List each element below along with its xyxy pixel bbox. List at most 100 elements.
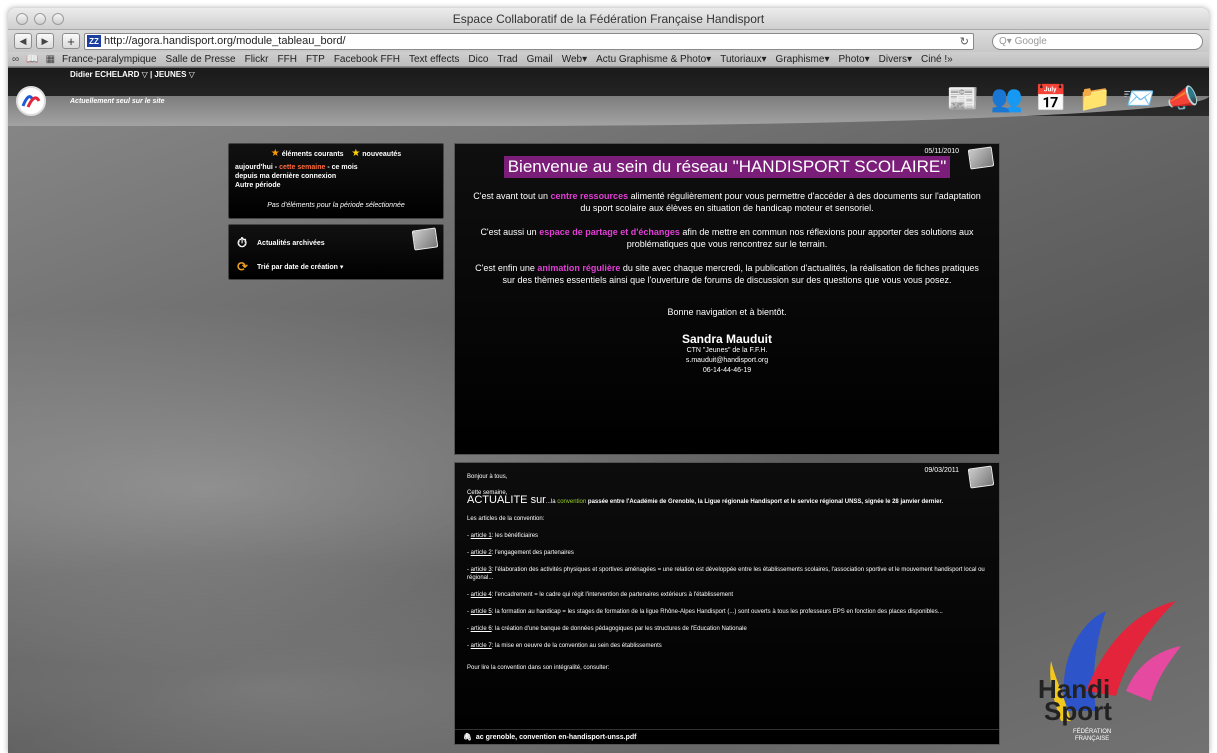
megaphone-icon[interactable]: 📣 (1165, 80, 1201, 116)
signer-name: Sandra Mauduit (681, 332, 772, 346)
bookmark-item[interactable]: Graphisme▾ (776, 54, 830, 65)
web-page: Didier ECHELARD ▽ | JEUNES ▽ Actuellemen… (8, 68, 1209, 753)
new-star-icon: ★ (351, 148, 361, 159)
folder-icon[interactable]: 📁 (1077, 80, 1113, 116)
bookmark-item[interactable]: FTP (306, 54, 325, 65)
archived-label: Actualités archivées (257, 239, 325, 247)
text: : l'engagement des partenaires (491, 550, 574, 556)
period-this-month[interactable]: ce mois (332, 164, 358, 171)
close-window-button[interactable] (16, 13, 28, 25)
bookmark-item[interactable]: Dico (468, 54, 488, 65)
sort-dropdown[interactable]: ⟳ Trié par date de création ▾ (237, 259, 435, 275)
text: : l'encadrement = le cadre qui régit l'i… (491, 592, 734, 598)
forward-button[interactable]: ▶ (36, 33, 54, 49)
open-book-icon[interactable]: 📖 (26, 54, 38, 65)
signer-role: CTN "Jeunes" de la F.F.H. (686, 347, 768, 354)
period-other[interactable]: Autre période (235, 182, 281, 189)
bookmark-item[interactable]: Trad (497, 54, 517, 65)
archived-news-link[interactable]: ⏱ Actualités archivées (237, 235, 435, 251)
online-status: Actuellement seul sur le site (70, 98, 165, 105)
attachment-icon: 🖇 (463, 734, 472, 741)
empty-message: Pas d'éléments pour la période sélection… (267, 202, 405, 209)
back-button[interactable]: ◀ (14, 33, 32, 49)
news-icon[interactable]: 📰 (945, 80, 981, 116)
text: : la formation au handicap = les stages … (491, 609, 943, 615)
article-link[interactable]: article 4 (471, 592, 492, 598)
list-item: - article 3: l'élaboration des activités… (467, 567, 985, 581)
brand-subtitle: FÉDÉRATION FRANÇAISE (1073, 729, 1111, 743)
bookmark-item[interactable]: Text effects (409, 54, 459, 65)
attachment-name: ac grenoble, convention en-handisport-un… (475, 733, 637, 741)
bookmarks-bar: ∞ 📖 ▦ France-paralympique Salle de Press… (8, 52, 1209, 67)
text: C'est avant tout un (473, 191, 551, 201)
signer-email[interactable]: s.mauduit@handisport.org (455, 356, 999, 366)
highlight-link[interactable]: animation régulière (537, 263, 620, 273)
user-menu[interactable]: Didier ECHELARD ▽ | JEUNES ▽ (70, 70, 195, 79)
article-link[interactable]: article 5 (471, 609, 492, 615)
article-link[interactable]: article 1 (471, 533, 492, 539)
legend: ★ éléments courants ★ nouveautés (235, 148, 437, 159)
bookmark-item[interactable]: Photo▾ (838, 54, 869, 65)
users-icon[interactable]: 👥 (989, 80, 1025, 116)
grid-icon[interactable]: ▦ (46, 54, 55, 65)
mail-icon[interactable]: 📨 (1121, 80, 1157, 116)
add-bookmark-button[interactable]: + (62, 33, 80, 49)
highlight-link[interactable]: espace de partage et d'échanges (539, 227, 680, 237)
archives-panel: ⏱ Actualités archivées ⟳ Trié par date d… (228, 224, 444, 280)
site-logo[interactable] (16, 86, 46, 116)
attachment-link[interactable]: 🖇 ac grenoble, convention en-handisport-… (455, 729, 999, 744)
bookmark-item[interactable]: Ciné !» (921, 54, 953, 65)
legend-new: nouveautés (362, 151, 402, 158)
calendar-icon[interactable]: 📅 (1033, 80, 1069, 116)
address-bar[interactable]: ZZ http://agora.handisport.org/module_ta… (84, 32, 974, 50)
minimize-window-button[interactable] (34, 13, 46, 25)
search-placeholder: Q▾ Google (999, 35, 1047, 47)
search-input[interactable]: Q▾ Google (992, 32, 1203, 50)
handisport-mini-logo-icon (21, 95, 41, 108)
welcome-article: 05/11/2010 Bienvenue au sein du réseau "… (454, 143, 1000, 455)
article-link[interactable]: article 7 (471, 643, 492, 649)
back-arrow-icon: ◀ (19, 35, 27, 46)
bookmark-item[interactable]: Actu Graphisme & Photo▾ (596, 54, 711, 65)
bookmark-item[interactable]: Salle de Presse (166, 54, 236, 65)
brand-sub-1: FÉDÉRATION (1073, 729, 1112, 735)
period-today[interactable]: aujourd'hui (235, 164, 273, 171)
paragraph-1: C'est avant tout un centre ressources al… (469, 190, 985, 214)
period-this-week[interactable]: cette semaine (279, 164, 325, 171)
list-item: - article 4: l'encadrement = le cadre qu… (467, 592, 734, 598)
text: : les bénéficiaires (491, 533, 539, 539)
intro: ACTUALITE sur...la convention passée ent… (467, 495, 991, 506)
convention-link[interactable]: convention (557, 499, 586, 505)
brand-wordmark: Handi Sport (1038, 676, 1112, 724)
list-item: - article 6: la création d'une banque de… (467, 626, 747, 632)
newspaper-stamp-icon (411, 227, 439, 251)
bookmark-item[interactable]: France-paralympique (62, 54, 157, 65)
reload-icon[interactable]: ↻ (960, 35, 969, 48)
bookmark-item[interactable]: Divers▾ (879, 54, 912, 65)
reader-glasses-icon[interactable]: ∞ (12, 54, 19, 65)
bookmark-item[interactable]: Web▾ (562, 54, 587, 65)
bookmark-item[interactable]: Flickr (245, 54, 269, 65)
paragraph-3: C'est enfin une animation régulière du s… (469, 262, 985, 286)
signer-phone: 06-14-44-46-19 (702, 367, 752, 374)
article-link[interactable]: article 2 (471, 550, 492, 556)
bookmark-item[interactable]: Gmail (527, 54, 553, 65)
period-since-last[interactable]: depuis ma dernière connexion (235, 173, 336, 180)
bookmark-item[interactable]: Tutoriaux▾ (720, 54, 766, 65)
text: : l'élaboration des activités physiques … (467, 567, 985, 581)
zoom-window-button[interactable] (52, 13, 64, 25)
newspaper-stamp-icon (967, 465, 995, 489)
archive-stopwatch-icon: ⏱ (237, 235, 248, 250)
plus-icon: + (67, 33, 75, 49)
bookmark-item[interactable]: FFH (277, 54, 296, 65)
article-link[interactable]: article 3 (471, 567, 492, 573)
site-favicon-icon: ZZ (87, 35, 101, 47)
title-bar: Espace Collaboratif de la Fédération Fra… (8, 8, 1209, 30)
bookmark-item[interactable]: Facebook FFH (334, 54, 400, 65)
text: alimenté régulièrement pour vous permett… (580, 191, 981, 213)
newspaper-stamp-icon (967, 146, 995, 170)
list-item: - article 5: la formation au handicap = … (467, 609, 943, 615)
greeting: Bonjour à tous, (467, 474, 508, 480)
article-link[interactable]: article 6 (471, 626, 492, 632)
highlight-link[interactable]: centre ressources (551, 191, 629, 201)
